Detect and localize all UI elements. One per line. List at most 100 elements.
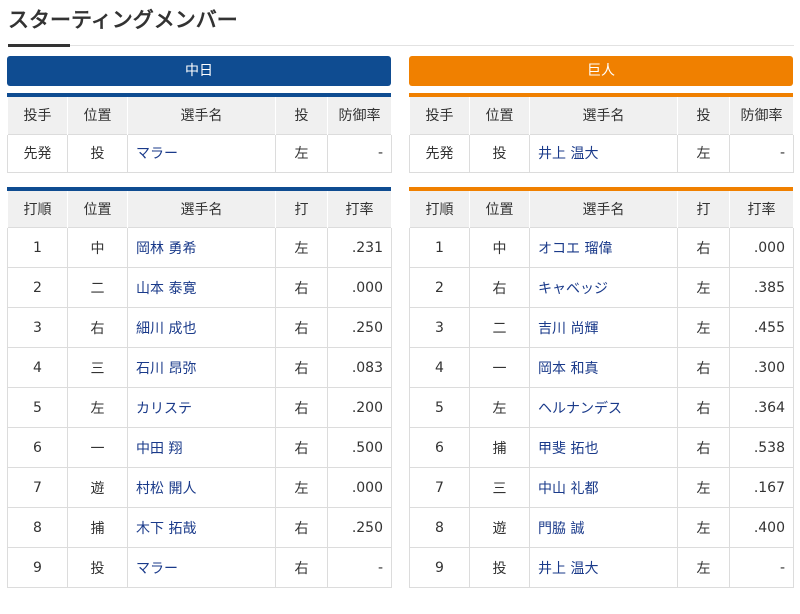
player-name-link[interactable]: 木下 拓哉 <box>127 507 276 548</box>
player-position: 遊 <box>469 507 530 548</box>
batting-average: .385 <box>729 267 794 308</box>
column-header: 防御率 <box>327 97 392 134</box>
player-name-link[interactable]: ヘルナンデス <box>529 387 678 428</box>
batting-hand: 右 <box>275 507 328 548</box>
player-position: 三 <box>469 467 530 508</box>
batting-average: - <box>327 547 392 588</box>
column-header: 選手名 <box>529 190 678 228</box>
column-header: 投手 <box>7 97 68 134</box>
table-row: 3 右細川 成也右 .250 <box>7 307 392 348</box>
table-row: 9 投マラー右 - <box>7 547 392 588</box>
pitcher-position: 投 <box>67 133 128 173</box>
player-position: 三 <box>67 347 128 388</box>
player-name-link[interactable]: 中山 礼都 <box>529 467 678 508</box>
player-name-link[interactable]: マラー <box>127 547 276 588</box>
table-header-row: 打順 位置 選手名打打率 <box>7 190 392 228</box>
player-position: 一 <box>67 427 128 468</box>
player-name-link[interactable]: 村松 開人 <box>127 467 276 508</box>
column-header: 選手名 <box>529 97 678 134</box>
table-row: 4 一岡本 和真右 .300 <box>409 347 794 388</box>
team-header: 巨人 <box>409 56 793 86</box>
batting-hand: 右 <box>677 347 730 388</box>
player-position: 二 <box>67 267 128 308</box>
table-row: 9 投井上 温大左 - <box>409 547 794 588</box>
player-position: 中 <box>67 227 128 268</box>
player-position: 投 <box>67 547 128 588</box>
batting-order: 7 <box>409 467 470 508</box>
player-name-link[interactable]: 石川 昂弥 <box>127 347 276 388</box>
player-position: 投 <box>469 547 530 588</box>
column-header: 選手名 <box>127 97 276 134</box>
player-name-link[interactable]: 井上 温大 <box>529 133 678 173</box>
pitcher-table: 投手 位置 選手名投防御率 先発投井上 温大左 - <box>409 97 794 173</box>
batting-average: .250 <box>327 507 392 548</box>
batting-average: .000 <box>327 267 392 308</box>
player-name-link[interactable]: マラー <box>127 133 276 173</box>
pitcher-hand: 左 <box>275 133 328 173</box>
batting-average: .500 <box>327 427 392 468</box>
table-row: 1 中オコエ 瑠偉右 .000 <box>409 227 794 268</box>
table-row: 1 中岡林 勇希左 .231 <box>7 227 392 268</box>
batting-hand: 右 <box>677 387 730 428</box>
batting-hand: 右 <box>275 307 328 348</box>
batting-hand: 右 <box>275 547 328 588</box>
pitcher-role: 先発 <box>409 133 470 173</box>
player-position: 左 <box>469 387 530 428</box>
team-column-chunichi: 中日 投手 位置 選手名投防御率 先発投マラー左 - 打順 位置 選手名打打率 1 中岡林 勇希左.… <box>7 56 392 588</box>
title-underline <box>8 44 70 47</box>
batting-hand: 右 <box>677 427 730 468</box>
player-position: 右 <box>67 307 128 348</box>
batting-order: 6 <box>7 427 68 468</box>
batting-order: 6 <box>409 427 470 468</box>
table-header-row: 打順 位置 選手名打打率 <box>409 190 794 228</box>
batting-order: 9 <box>409 547 470 588</box>
player-name-link[interactable]: 甲斐 拓也 <box>529 427 678 468</box>
player-name-link[interactable]: 山本 泰寛 <box>127 267 276 308</box>
table-row: 4 三石川 昂弥右 .083 <box>7 347 392 388</box>
table-header-row: 投手 位置 選手名投防御率 <box>7 97 392 134</box>
player-name-link[interactable]: 岡林 勇希 <box>127 227 276 268</box>
batting-order: 4 <box>409 347 470 388</box>
player-position: 捕 <box>469 427 530 468</box>
batting-hand: 左 <box>677 467 730 508</box>
batting-order: 2 <box>409 267 470 308</box>
column-header: 打 <box>677 190 730 228</box>
table-row: 6 捕甲斐 拓也右 .538 <box>409 427 794 468</box>
table-row: 先発投井上 温大左 - <box>409 133 794 173</box>
column-header: 防御率 <box>729 97 794 134</box>
batting-average: .538 <box>729 427 794 468</box>
player-name-link[interactable]: 井上 温大 <box>529 547 678 588</box>
player-name-link[interactable]: キャベッジ <box>529 267 678 308</box>
player-name-link[interactable]: 中田 翔 <box>127 427 276 468</box>
batting-hand: 右 <box>677 227 730 268</box>
batting-hand: 右 <box>275 387 328 428</box>
table-row: 5 左カリステ右 .200 <box>7 387 392 428</box>
column-header: 選手名 <box>127 190 276 228</box>
table-row: 7 遊村松 開人左 .000 <box>7 467 392 508</box>
page-title: スターティングメンバー <box>8 8 238 32</box>
column-header: 位置 <box>67 97 128 134</box>
player-name-link[interactable]: 岡本 和真 <box>529 347 678 388</box>
batting-order: 3 <box>7 307 68 348</box>
column-header: 位置 <box>469 97 530 134</box>
batting-order: 1 <box>409 227 470 268</box>
column-header: 投 <box>677 97 730 134</box>
table-row: 7 三中山 礼都左 .167 <box>409 467 794 508</box>
column-header: 位置 <box>469 190 530 228</box>
column-header: 打 <box>275 190 328 228</box>
batting-hand: 右 <box>275 267 328 308</box>
batting-average: - <box>729 547 794 588</box>
player-name-link[interactable]: 門脇 誠 <box>529 507 678 548</box>
batting-order: 4 <box>7 347 68 388</box>
batting-order: 5 <box>409 387 470 428</box>
player-name-link[interactable]: オコエ 瑠偉 <box>529 227 678 268</box>
table-row: 8 捕木下 拓哉右 .250 <box>7 507 392 548</box>
player-name-link[interactable]: カリステ <box>127 387 276 428</box>
batting-hand: 右 <box>275 427 328 468</box>
player-name-link[interactable]: 吉川 尚輝 <box>529 307 678 348</box>
batting-hand: 左 <box>677 267 730 308</box>
pitcher-era: - <box>327 133 392 173</box>
player-name-link[interactable]: 細川 成也 <box>127 307 276 348</box>
player-position: 遊 <box>67 467 128 508</box>
player-position: 捕 <box>67 507 128 548</box>
